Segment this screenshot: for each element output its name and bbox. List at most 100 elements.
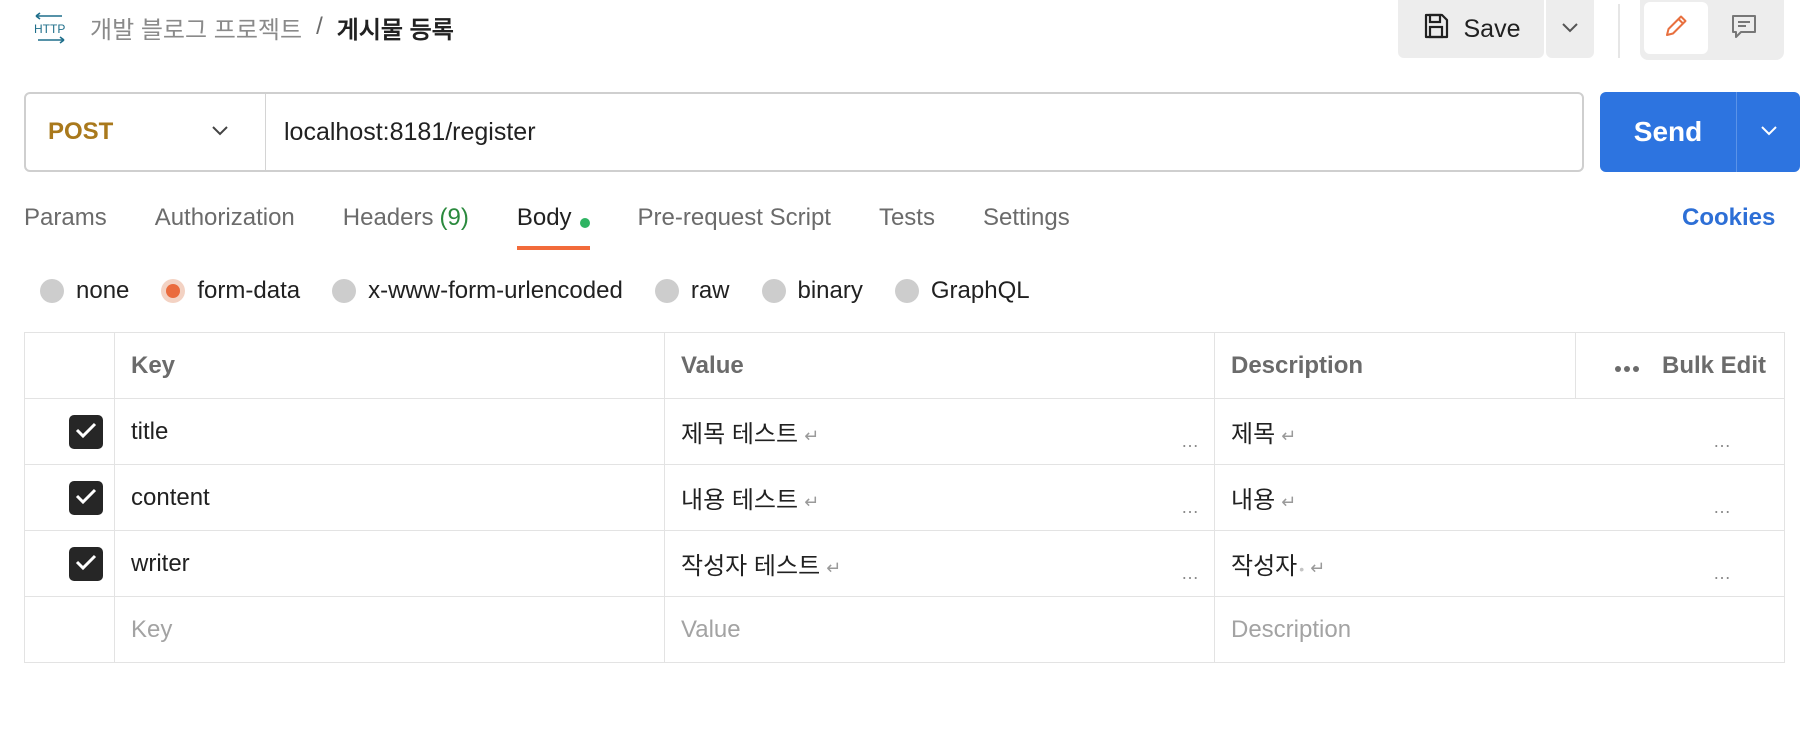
value-cell[interactable]: 내용 테스트 ↵ … xyxy=(664,464,1215,531)
cell-more-icon[interactable]: … xyxy=(1713,497,1732,518)
view-mode-toggle xyxy=(1640,0,1784,60)
radio-label: x-www-form-urlencoded xyxy=(368,277,623,304)
row-checkbox[interactable] xyxy=(69,546,103,581)
body-active-indicator xyxy=(579,218,590,228)
header-value: Value xyxy=(664,332,1215,399)
radio-label: binary xyxy=(797,277,863,304)
http-request-icon: HTTP xyxy=(32,12,68,44)
value-text: 작성자 테스트 xyxy=(681,553,821,580)
newline-icon: ↵ xyxy=(826,558,842,578)
table-row: writer 작성자 테스트 ↵ … 작성자 • ↵ … xyxy=(24,530,1785,597)
edit-mode-button[interactable] xyxy=(1644,2,1708,54)
table-row: content 내용 테스트 ↵ … 내용 ↵ … xyxy=(24,464,1785,531)
header-divider xyxy=(1618,4,1620,58)
radio-label: none xyxy=(76,277,130,304)
radio-button[interactable] xyxy=(894,279,919,303)
chevron-down-icon xyxy=(211,123,229,141)
save-options-button[interactable] xyxy=(1546,0,1594,58)
tab-params[interactable]: Params xyxy=(24,200,107,252)
radio-label: GraphQL xyxy=(930,277,1030,304)
description-cell[interactable]: 제목 ↵ … xyxy=(1214,398,1785,465)
radio-button[interactable] xyxy=(40,279,64,303)
description-cell[interactable]: Description xyxy=(1214,596,1785,663)
whitespace-dot-icon: • xyxy=(1299,561,1305,577)
description-cell[interactable]: 내용 ↵ … xyxy=(1214,464,1785,531)
send-button[interactable]: Send xyxy=(1600,92,1736,172)
save-button[interactable]: Save xyxy=(1398,0,1544,58)
header-description: Description xyxy=(1214,332,1576,399)
body-type-urlencoded[interactable]: x-www-form-urlencoded xyxy=(332,277,623,305)
tab-headers[interactable]: Headers (9) xyxy=(343,200,469,252)
tab-label: Authorization xyxy=(154,204,295,231)
breadcrumb-collection[interactable]: 개발 블로그 프로젝트 xyxy=(90,10,302,45)
key-text: writer xyxy=(131,549,190,577)
send-options-button[interactable] xyxy=(1736,92,1800,172)
value-cell[interactable]: Value xyxy=(664,596,1215,663)
cell-more-icon[interactable]: … xyxy=(1181,563,1200,584)
checkmark-icon xyxy=(75,484,97,512)
row-checkbox[interactable] xyxy=(69,480,103,515)
tab-settings[interactable]: Settings xyxy=(983,200,1070,252)
description-text: 작성자 xyxy=(1231,553,1298,580)
body-type-raw[interactable]: raw xyxy=(654,277,730,305)
cookies-link[interactable]: Cookies xyxy=(1682,204,1775,232)
header-actions: Bulk Edit xyxy=(1575,332,1785,399)
key-cell[interactable]: content xyxy=(114,464,665,531)
radio-button[interactable] xyxy=(332,279,357,303)
value-cell[interactable]: 제목 테스트 ↵ … xyxy=(664,398,1215,465)
form-data-table: Key Value Description Bulk Edit title 제목… xyxy=(24,332,1785,663)
newline-icon: ↵ xyxy=(1281,492,1297,512)
cell-more-icon[interactable]: … xyxy=(1713,431,1732,452)
key-text: content xyxy=(131,483,210,511)
newline-icon: ↵ xyxy=(804,492,820,512)
cell-more-icon[interactable]: … xyxy=(1181,431,1200,452)
description-text: 내용 xyxy=(1231,487,1276,514)
tab-label: Settings xyxy=(982,204,1070,231)
header-key: Key xyxy=(114,332,665,399)
key-placeholder: Key xyxy=(131,615,173,643)
newline-icon: ↵ xyxy=(804,426,820,446)
newline-icon: ↵ xyxy=(1281,426,1297,446)
newline-icon: ↵ xyxy=(1310,558,1326,578)
table-header-row: Key Value Description Bulk Edit xyxy=(24,332,1785,399)
value-cell[interactable]: 작성자 테스트 ↵ … xyxy=(664,530,1215,597)
tab-label: Pre-request Script xyxy=(637,204,831,231)
bulk-edit-button[interactable]: Bulk Edit xyxy=(1662,352,1766,380)
radio-button-selected[interactable] xyxy=(161,279,186,303)
body-type-graphql[interactable]: GraphQL xyxy=(894,277,1030,305)
breadcrumb-separator: / xyxy=(316,13,323,40)
breadcrumb-request-name[interactable]: 게시물 등록 xyxy=(337,10,454,45)
tab-authorization[interactable]: Authorization xyxy=(155,200,295,252)
row-checkbox[interactable] xyxy=(69,414,103,449)
comment-icon xyxy=(1729,11,1759,46)
more-options-icon[interactable] xyxy=(1614,352,1640,380)
cell-more-icon[interactable]: … xyxy=(1713,563,1732,584)
request-url-bar: POST xyxy=(24,92,1584,172)
key-cell[interactable]: writer xyxy=(114,530,665,597)
url-input[interactable] xyxy=(266,94,1582,170)
row-check-cell xyxy=(24,464,115,531)
tab-label: Headers xyxy=(342,204,434,231)
key-cell[interactable]: Key xyxy=(114,596,665,663)
body-type-none[interactable]: none xyxy=(40,277,129,305)
cell-more-icon[interactable]: … xyxy=(1181,497,1200,518)
description-text: 제목 xyxy=(1231,421,1276,448)
tab-label: Body xyxy=(516,204,572,231)
description-cell[interactable]: 작성자 • ↵ … xyxy=(1214,530,1785,597)
save-label: Save xyxy=(1463,14,1521,43)
tab-body[interactable]: Body xyxy=(516,200,590,252)
comments-mode-button[interactable] xyxy=(1712,2,1776,54)
key-cell[interactable]: title xyxy=(114,398,665,465)
tab-pre-request-script[interactable]: Pre-request Script xyxy=(638,200,831,252)
svg-text:HTTP: HTTP xyxy=(34,22,65,36)
method-label: POST xyxy=(48,118,114,145)
tab-tests[interactable]: Tests xyxy=(879,200,935,252)
body-type-binary[interactable]: binary xyxy=(761,277,863,305)
radio-label: form-data xyxy=(197,277,301,304)
radio-button[interactable] xyxy=(654,279,679,303)
method-select[interactable]: POST xyxy=(26,94,266,170)
tab-label: Params xyxy=(24,204,107,231)
radio-button[interactable] xyxy=(761,279,786,303)
key-text: title xyxy=(131,417,169,445)
body-type-form-data[interactable]: form-data xyxy=(161,277,300,305)
